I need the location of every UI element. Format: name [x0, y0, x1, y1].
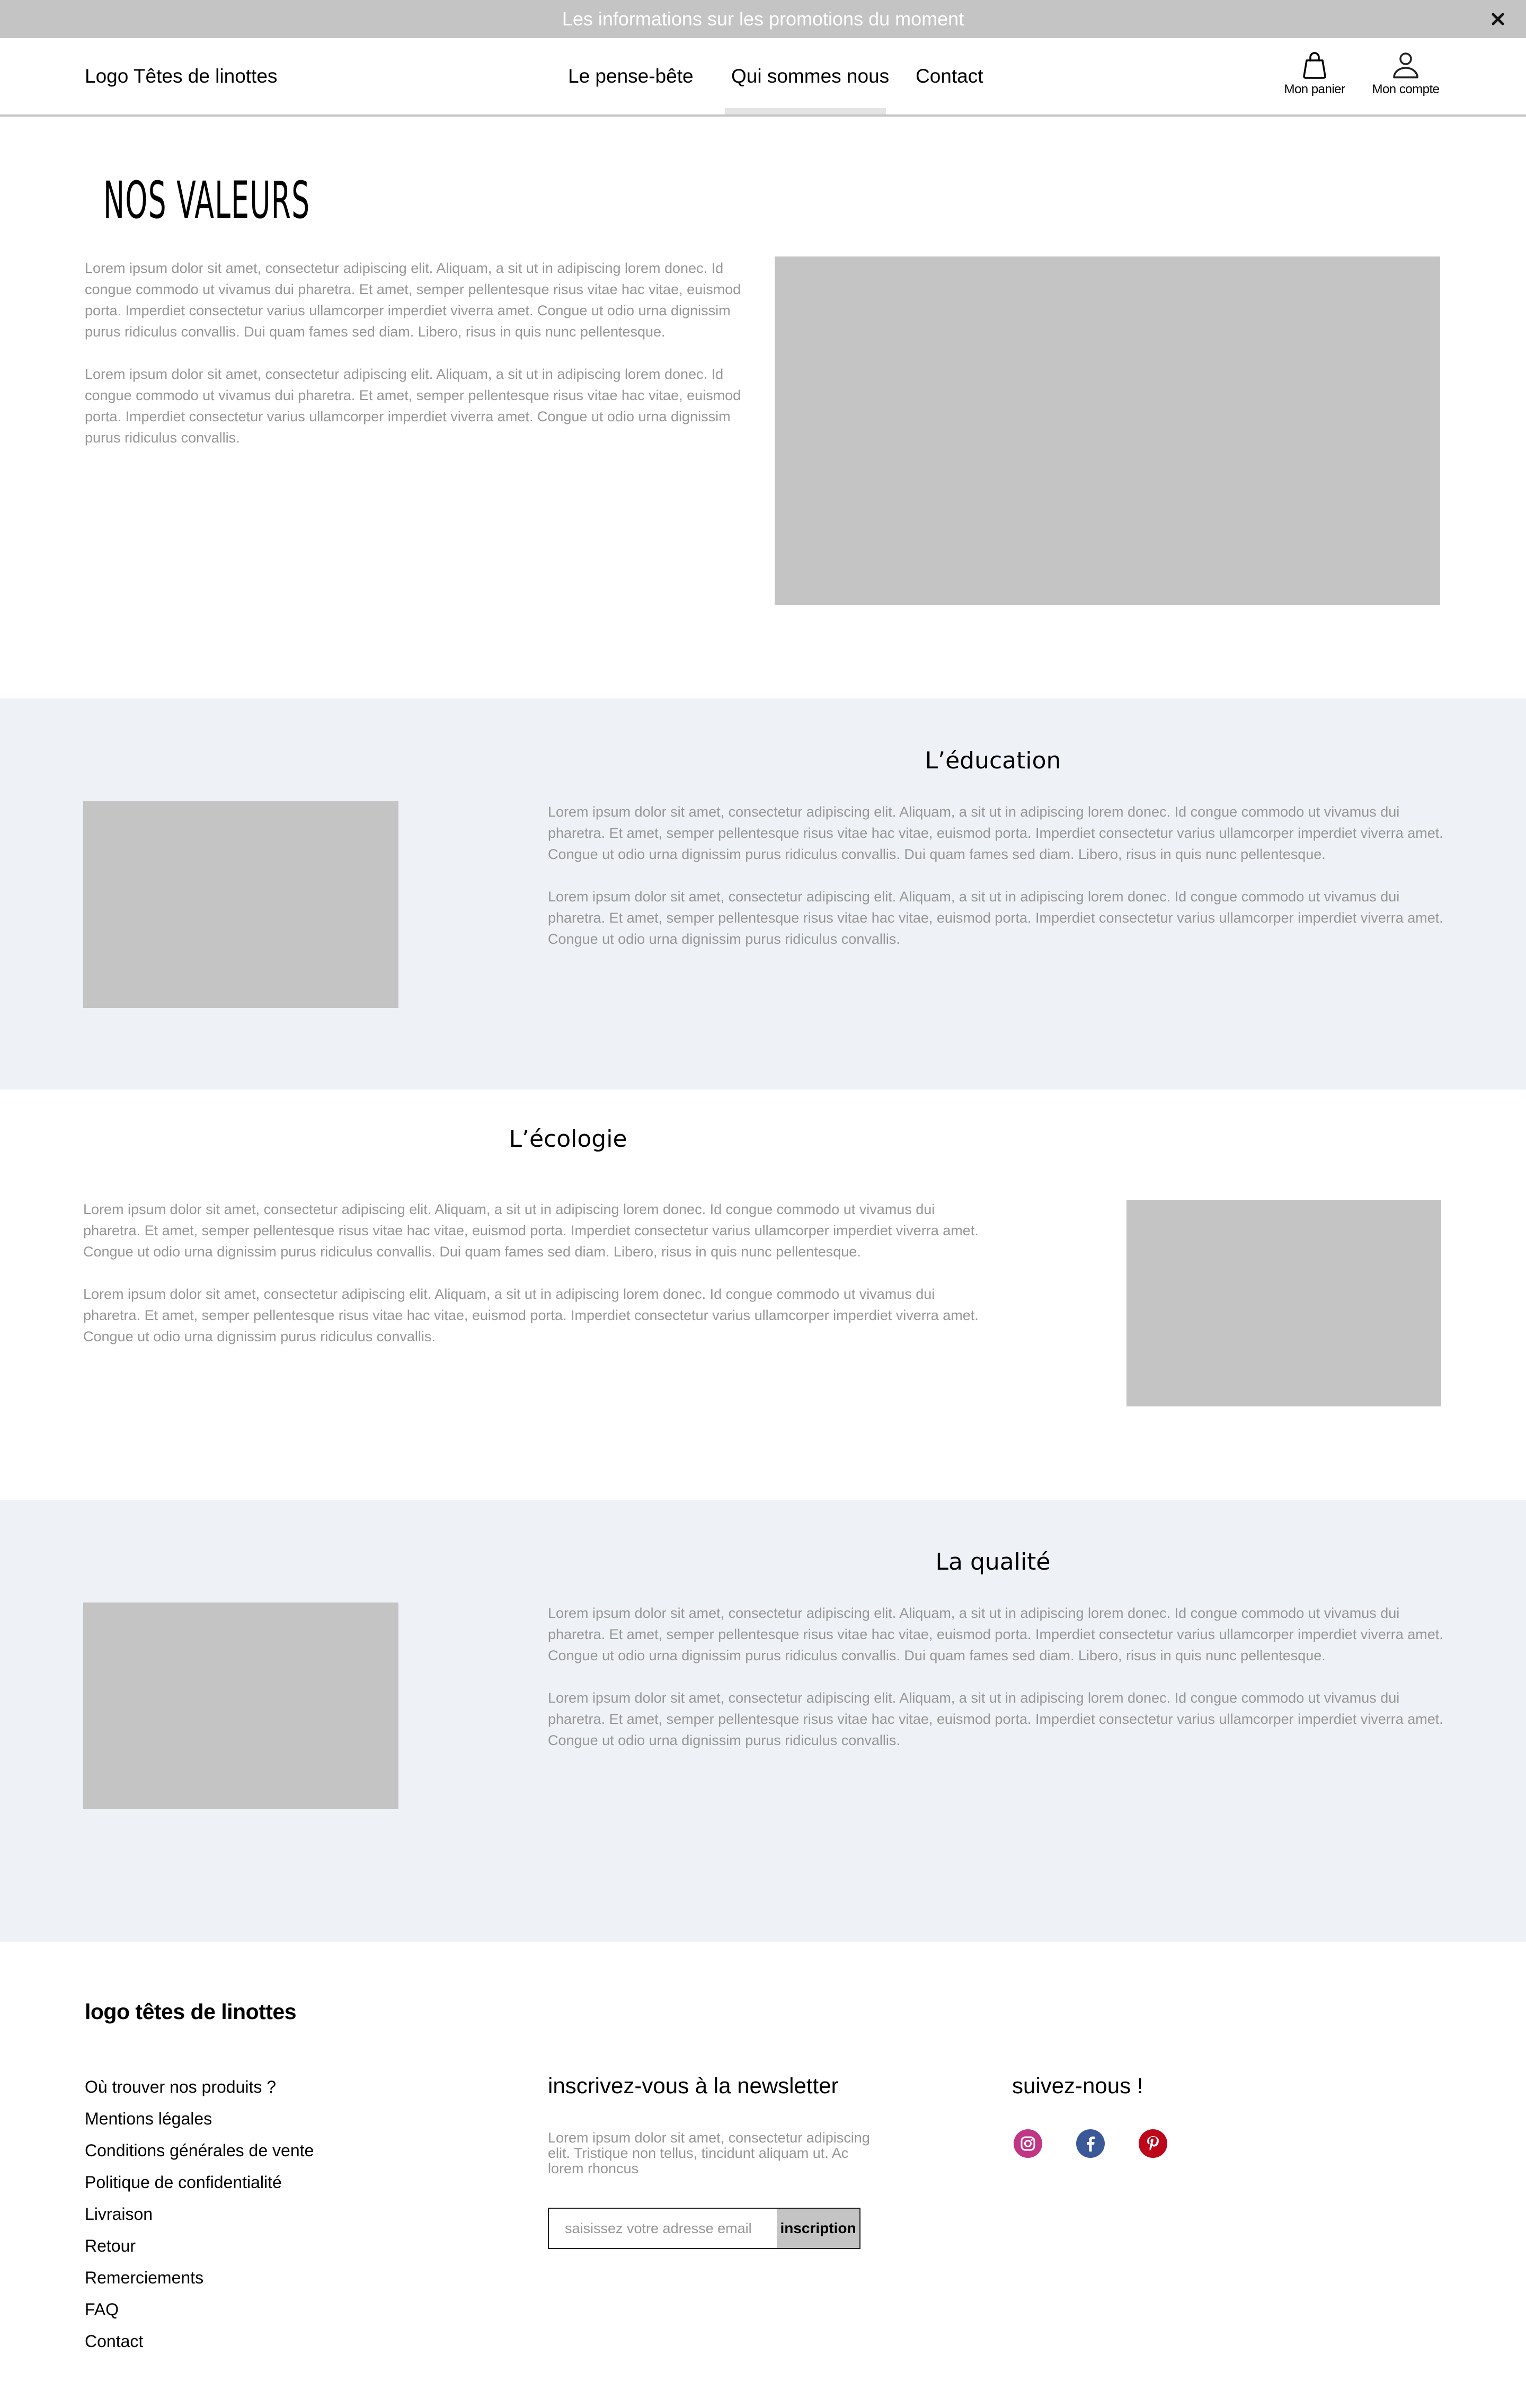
nav-item-pense-bete[interactable]: Le pense-bête — [568, 63, 694, 90]
newsletter-email-input[interactable] — [549, 2209, 778, 2248]
footer-logo[interactable]: logo têtes de linottes — [85, 1997, 297, 2026]
promo-text: Les informations sur les promotions du m… — [562, 8, 964, 30]
education-paragraph: Lorem ipsum dolor sit amet, consectetur … — [548, 889, 1443, 947]
ecology-paragraph: Lorem ipsum dolor sit amet, consectetur … — [83, 1201, 979, 1260]
nav-active-indicator — [725, 108, 886, 114]
instagram-link[interactable] — [1014, 2129, 1042, 2158]
ecology-paragraph: Lorem ipsum dolor sit amet, consectetur … — [83, 1286, 979, 1344]
header-logo[interactable]: Logo Têtes de linottes — [85, 63, 277, 90]
intro-paragraph: Lorem ipsum dolor sit amet, consectetur … — [85, 366, 741, 446]
ecology-text: Lorem ipsum dolor sit amet, consectetur … — [83, 1199, 979, 1368]
quality-paragraph: Lorem ipsum dolor sit amet, consectetur … — [548, 1690, 1443, 1748]
newsletter-form: inscription — [548, 2208, 860, 2249]
close-promo-button[interactable] — [1486, 7, 1510, 31]
pinterest-link[interactable] — [1139, 2129, 1167, 2158]
newsletter-description: Lorem ipsum dolor sit amet, consectetur … — [548, 2130, 870, 2176]
footer-link-thanks[interactable]: Remerciements — [85, 2262, 314, 2294]
footer-link-privacy-policy[interactable]: Politique de confidentialité — [85, 2166, 314, 2198]
ecology-title: L’écologie — [509, 1126, 627, 1153]
footer-link-contact[interactable]: Contact — [85, 2325, 314, 2357]
ecology-image-placeholder — [1126, 1200, 1441, 1406]
intro-text: Lorem ipsum dolor sit amet, consectetur … — [85, 258, 747, 470]
education-paragraph: Lorem ipsum dolor sit amet, consectetur … — [548, 804, 1443, 862]
footer-link-faq[interactable]: FAQ — [85, 2294, 314, 2325]
quality-text: Lorem ipsum dolor sit amet, consectetur … — [548, 1603, 1443, 1772]
nav-item-contact[interactable]: Contact — [916, 63, 983, 90]
cart-label: Mon panier — [1284, 82, 1345, 96]
page-title: NOS VALEURS — [103, 171, 310, 230]
education-image-placeholder — [83, 801, 398, 1008]
footer-links: Où trouver nos produits ? Mentions légal… — [85, 2071, 314, 2357]
quality-image-placeholder — [83, 1603, 398, 1809]
education-text: Lorem ipsum dolor sit amet, consectetur … — [548, 801, 1443, 971]
close-icon — [1492, 13, 1504, 25]
footer-link-where-to-find[interactable]: Où trouver nos produits ? — [85, 2071, 314, 2103]
user-icon — [1393, 52, 1418, 78]
intro-image-placeholder — [775, 256, 1440, 605]
pinterest-icon — [1147, 2136, 1159, 2151]
footer-link-delivery[interactable]: Livraison — [85, 2198, 314, 2230]
nav-item-qui-sommes-nous[interactable]: Qui sommes nous — [731, 63, 889, 90]
education-title: L’éducation — [925, 747, 1061, 774]
quality-paragraph: Lorem ipsum dolor sit amet, consectetur … — [548, 1605, 1443, 1663]
footer-link-terms-of-sale[interactable]: Conditions générales de vente — [85, 2135, 314, 2166]
newsletter-title: inscrivez-vous à la newsletter — [548, 2073, 839, 2098]
footer-link-returns[interactable]: Retour — [85, 2230, 314, 2262]
footer-link-legal-notice[interactable]: Mentions légales — [85, 2103, 314, 2135]
instagram-icon — [1021, 2136, 1035, 2151]
quality-title: La qualité — [935, 1548, 1051, 1575]
account-button[interactable]: Mon compte — [1366, 51, 1445, 104]
facebook-icon — [1087, 2136, 1095, 2152]
facebook-link[interactable] — [1076, 2129, 1105, 2158]
shopping-bag-icon — [1303, 52, 1326, 79]
intro-paragraph: Lorem ipsum dolor sit amet, consectetur … — [85, 260, 741, 340]
account-label: Mon compte — [1372, 82, 1440, 96]
cart-button[interactable]: Mon panier — [1275, 51, 1354, 104]
newsletter-subscribe-button[interactable]: inscription — [777, 2209, 859, 2248]
social-title: suivez-nous ! — [1012, 2073, 1143, 2098]
